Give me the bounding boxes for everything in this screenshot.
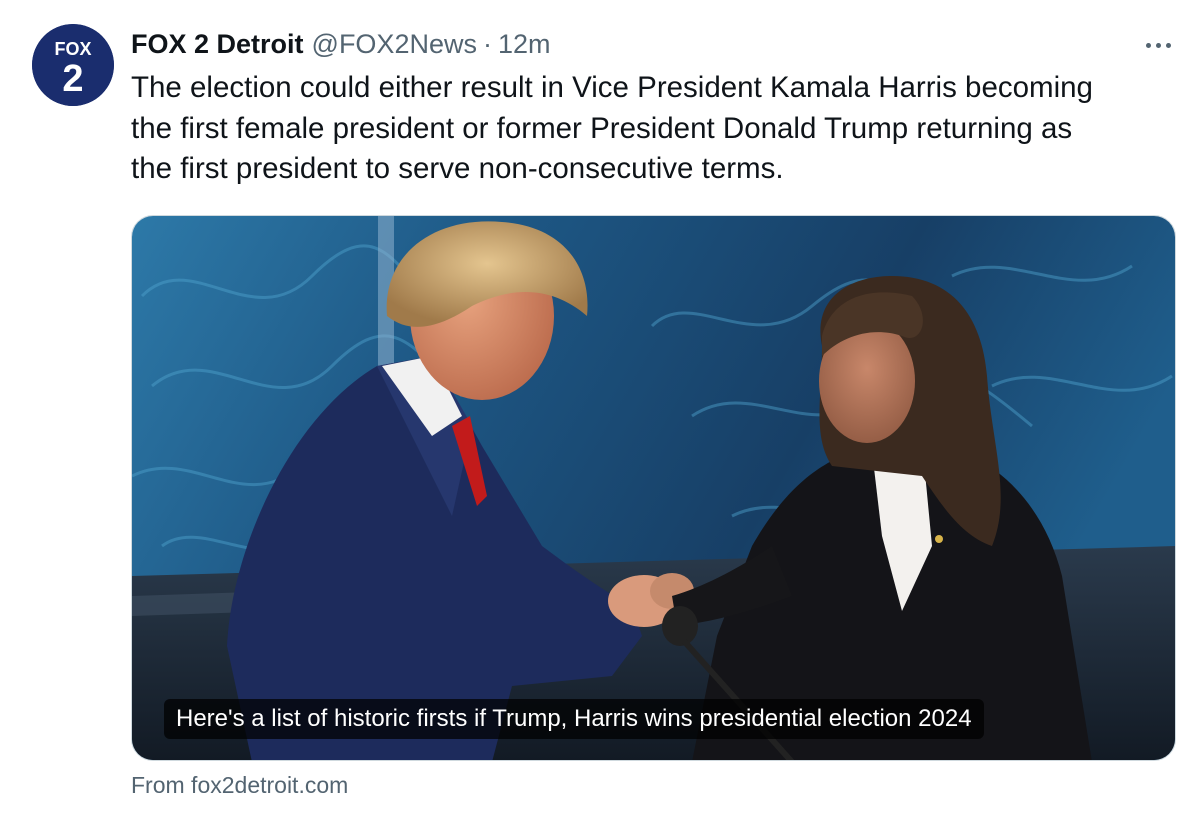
more-options-icon[interactable]	[1138, 30, 1178, 60]
dot	[1165, 42, 1171, 48]
avatar-logo-bottom: 2	[62, 58, 83, 100]
tweet-header: FOX 2 Detroit @FOX2News · 12m	[131, 24, 551, 64]
timestamp[interactable]: 12m	[498, 29, 551, 60]
link-card[interactable]: Here's a list of historic firsts if Trum…	[131, 215, 1176, 761]
separator-dot: ·	[482, 28, 492, 59]
avatar-logo-top: FOX	[54, 39, 91, 59]
tweet[interactable]: FOX 2 FOX 2 Detroit @FOX2News · 12m The …	[0, 0, 1200, 820]
avatar[interactable]: FOX 2	[32, 24, 114, 106]
fox2-logo: FOX 2	[32, 24, 114, 106]
card-photo	[132, 216, 1175, 760]
dot	[1155, 42, 1161, 48]
dot	[1145, 42, 1151, 48]
tweet-text: The election could either result in Vice…	[131, 71, 1093, 185]
author-handle[interactable]: @FOX2News	[312, 29, 477, 60]
author-name[interactable]: FOX 2 Detroit	[131, 29, 304, 60]
card-source-link[interactable]: From fox2detroit.com	[131, 772, 348, 799]
card-caption: Here's a list of historic firsts if Trum…	[164, 699, 984, 739]
